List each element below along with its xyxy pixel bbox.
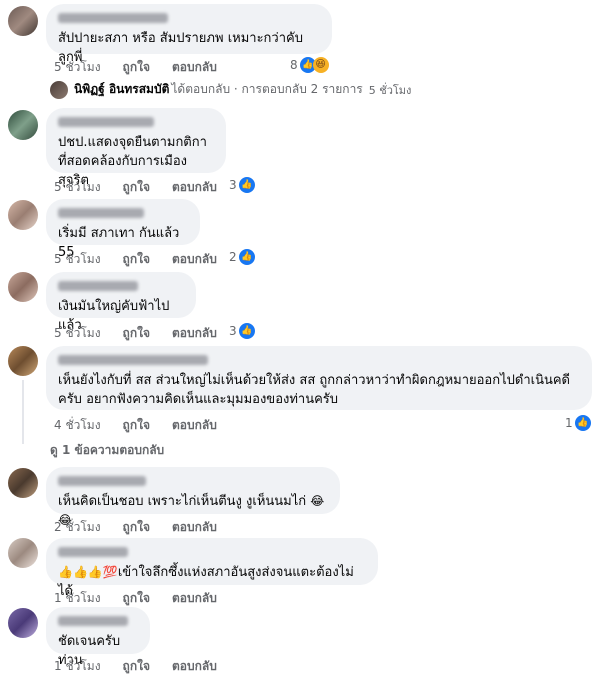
comment-bubble: สัปปายะสภา หรือ สัมปรายภพ เหมาะกว่าคับ ล… bbox=[46, 4, 332, 65]
commenter-name-blurred[interactable] bbox=[58, 13, 168, 23]
reply-button[interactable]: ตอบกลับ bbox=[172, 178, 217, 197]
avatar bbox=[50, 80, 68, 99]
comment-actions: 2 ชั่วโมง ถูกใจ ตอบกลับ bbox=[54, 518, 239, 537]
like-icon: 👍 bbox=[238, 323, 255, 339]
commenter-name-blurred[interactable] bbox=[58, 355, 208, 365]
like-button[interactable]: ถูกใจ bbox=[123, 178, 150, 197]
hundred-points-icon: 💯 bbox=[102, 565, 118, 579]
reply-button[interactable]: ตอบกลับ bbox=[172, 58, 217, 77]
comment-bubble: ชัดเจนครับท่าน bbox=[46, 607, 150, 668]
comment-time[interactable]: 5 ชั่วโมง bbox=[54, 250, 101, 269]
avatar[interactable] bbox=[8, 200, 38, 230]
cry-laugh-face-icon: 😂 bbox=[310, 494, 325, 508]
reply-button[interactable]: ตอบกลับ bbox=[172, 250, 217, 269]
like-button[interactable]: ถูกใจ bbox=[123, 657, 150, 676]
comment-text: เห็นยังไงกับที่ สส ส่วนใหญ่ไม่เห็นด้วยให… bbox=[58, 373, 570, 407]
comment-time[interactable]: 4 ชั่วโมง bbox=[54, 416, 101, 435]
view-more-replies[interactable]: ดู 1 ข้อความตอบกลับ bbox=[50, 441, 164, 460]
comment-bubble: เห็นยังไงกับที่ สส ส่วนใหญ่ไม่เห็นด้วยให… bbox=[46, 346, 592, 410]
comment-bubble: เงินมันใหญ่คับฟ้าไปแล้ว bbox=[46, 272, 196, 333]
haha-icon: 😆 bbox=[312, 57, 329, 73]
reaction-count: 1 bbox=[565, 416, 573, 430]
comment-actions: 1 ชั่วโมง ถูกใจ ตอบกลับ bbox=[54, 589, 239, 608]
reply-summary[interactable]: นิพิฏฐ์ อินทรสมบัติ ได้ตอบกลับ · การตอบก… bbox=[50, 80, 411, 99]
reply-summary-text: ได้ตอบกลับ · การตอบกลับ 2 รายการ bbox=[171, 82, 363, 96]
thread-line bbox=[22, 380, 24, 444]
comment-section: สัปปายะสภา หรือ สัมปรายภพ เหมาะกว่าคับ ล… bbox=[0, 0, 600, 675]
reply-button[interactable]: ตอบกลับ bbox=[172, 324, 217, 343]
avatar[interactable] bbox=[8, 272, 38, 302]
comment-actions: 5 ชั่วโมง ถูกใจ ตอบกลับ bbox=[54, 178, 239, 197]
like-button[interactable]: ถูกใจ bbox=[123, 58, 150, 77]
like-button[interactable]: ถูกใจ bbox=[123, 589, 150, 608]
comment-actions: 5 ชั่วโมง ถูกใจ ตอบกลับ bbox=[54, 58, 239, 77]
comment-bubble: เห็นคิดเป็นชอบ เพราะไก่เห็นตีนงู งูเห็นน… bbox=[46, 467, 340, 527]
comment-actions: 5 ชั่วโมง ถูกใจ ตอบกลับ bbox=[54, 324, 239, 343]
thumbs-up-icon: 👍 bbox=[72, 565, 88, 579]
reaction-count: 8 bbox=[290, 58, 298, 72]
comment-actions: 4 ชั่วโมง ถูกใจ ตอบกลับ bbox=[54, 416, 239, 435]
comment-bubble: 👍👍👍💯เข้าใจลึกซึ้งแห่งสภาอันสูงส่งจนแตะต้… bbox=[46, 538, 378, 599]
reply-button[interactable]: ตอบกลับ bbox=[172, 416, 217, 435]
commenter-name-blurred[interactable] bbox=[58, 208, 144, 218]
comment-time[interactable]: 5 ชั่วโมง bbox=[54, 58, 101, 77]
thumbs-up-icon: 👍 bbox=[58, 565, 73, 579]
avatar[interactable] bbox=[8, 468, 38, 498]
reaction-summary[interactable]: 1 👍 bbox=[565, 415, 591, 431]
like-icon: 👍 bbox=[574, 415, 591, 431]
reaction-summary[interactable]: 8 👍 😆 bbox=[290, 57, 329, 73]
like-button[interactable]: ถูกใจ bbox=[123, 250, 150, 269]
like-icon: 👍 bbox=[238, 177, 255, 193]
reaction-summary[interactable]: 3 👍 bbox=[229, 177, 255, 193]
reply-button[interactable]: ตอบกลับ bbox=[172, 518, 217, 537]
comment-actions: 1 ชั่วโมง ถูกใจ ตอบกลับ bbox=[54, 657, 239, 676]
like-icon: 👍 bbox=[238, 249, 255, 265]
reply-button[interactable]: ตอบกลับ bbox=[172, 657, 217, 676]
avatar[interactable] bbox=[8, 346, 38, 376]
avatar[interactable] bbox=[8, 6, 38, 36]
commenter-name-blurred[interactable] bbox=[58, 616, 128, 626]
comment-actions: 5 ชั่วโมง ถูกใจ ตอบกลับ bbox=[54, 250, 239, 269]
reply-author-name: นิพิฏฐ์ อินทรสมบัติ bbox=[74, 82, 170, 96]
reaction-count: 2 bbox=[229, 250, 237, 264]
commenter-name-blurred[interactable] bbox=[58, 547, 128, 557]
comment-time[interactable]: 5 ชั่วโมง bbox=[54, 324, 101, 343]
comment-time[interactable]: 5 ชั่วโมง bbox=[54, 178, 101, 197]
commenter-name-blurred[interactable] bbox=[58, 281, 138, 291]
reaction-count: 3 bbox=[229, 324, 237, 338]
comment-time[interactable]: 2 ชั่วโมง bbox=[54, 518, 101, 537]
comment-bubble: เริ่มมี สภาเทา กันแล้ว 55 bbox=[46, 199, 200, 260]
reaction-count: 3 bbox=[229, 178, 237, 192]
comment-bubble: ปชป.แสดงจุดยืนตามกติกา ที่สอดคล้องกับการ… bbox=[46, 108, 226, 188]
comment-time[interactable]: 1 ชั่วโมง bbox=[54, 589, 101, 608]
thumbs-up-icon: 👍 bbox=[87, 565, 103, 579]
reaction-summary[interactable]: 3 👍 bbox=[229, 323, 255, 339]
like-button[interactable]: ถูกใจ bbox=[123, 518, 150, 537]
commenter-name-blurred[interactable] bbox=[58, 117, 154, 127]
avatar[interactable] bbox=[8, 608, 38, 638]
reply-time: 5 ชั่วโมง bbox=[368, 83, 412, 97]
commenter-name-blurred[interactable] bbox=[58, 476, 146, 486]
avatar[interactable] bbox=[8, 538, 38, 568]
avatar[interactable] bbox=[8, 110, 38, 140]
reply-button[interactable]: ตอบกลับ bbox=[172, 589, 217, 608]
like-button[interactable]: ถูกใจ bbox=[123, 416, 150, 435]
more-replies-label: ดู 1 ข้อความตอบกลับ bbox=[50, 443, 165, 457]
comment-time[interactable]: 1 ชั่วโมง bbox=[54, 657, 101, 676]
like-button[interactable]: ถูกใจ bbox=[123, 324, 150, 343]
reaction-summary[interactable]: 2 👍 bbox=[229, 249, 255, 265]
comment-text-body: เห็นคิดเป็นชอบ เพราะไก่เห็นตีนงู งูเห็นน… bbox=[58, 494, 307, 509]
